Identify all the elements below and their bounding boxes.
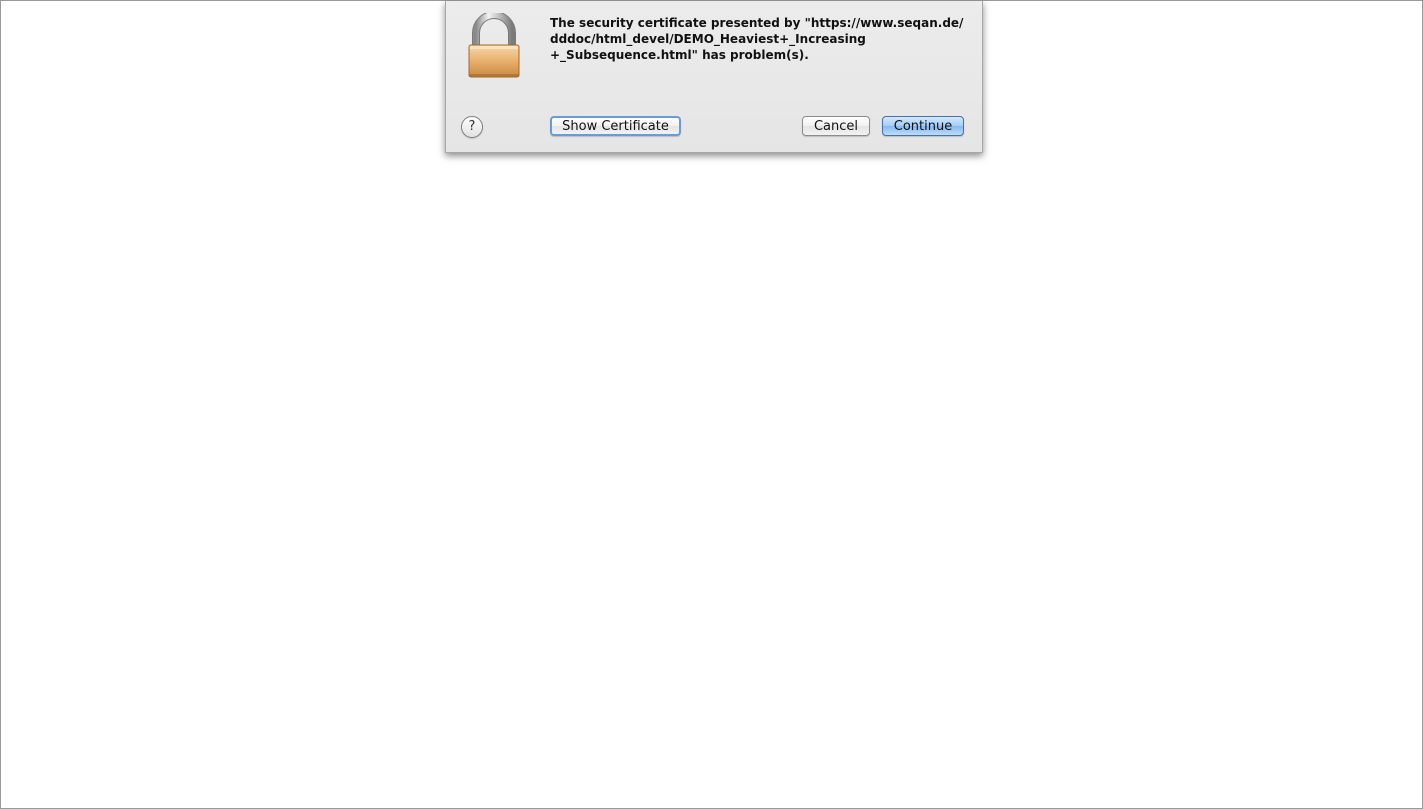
- message-line: +_Subsequence.html" has problem(s).: [550, 48, 809, 62]
- cancel-button[interactable]: Cancel: [802, 116, 870, 136]
- browser-window: The security certificate presented by "h…: [0, 0, 1423, 809]
- continue-button[interactable]: Continue: [882, 116, 964, 136]
- show-certificate-button[interactable]: Show Certificate: [550, 116, 681, 136]
- message-line: dddoc/html_devel/DEMO_Heaviest+_Increasi…: [550, 32, 866, 46]
- certificate-warning-sheet: The security certificate presented by "h…: [445, 1, 983, 153]
- help-button[interactable]: ?: [461, 116, 483, 138]
- padlock-icon: [466, 11, 522, 79]
- message-line: The security certificate presented by "h…: [550, 16, 964, 30]
- certificate-message: The security certificate presented by "h…: [550, 15, 964, 63]
